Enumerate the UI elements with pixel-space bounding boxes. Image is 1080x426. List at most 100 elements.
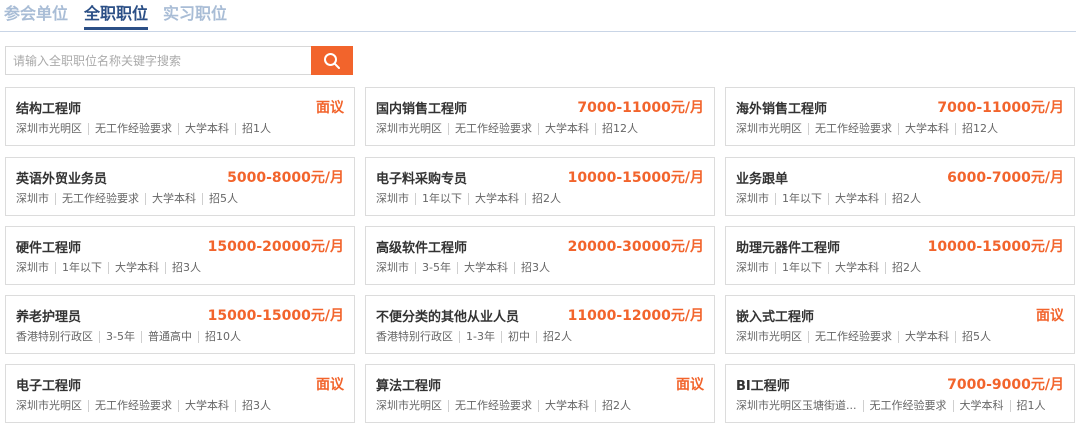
- job-tags: 深圳市光明区 无工作经验要求 大学本科 招12人: [376, 123, 644, 135]
- job-card[interactable]: 英语外贸业务员 5000-8000元/月 深圳市 无工作经验要求 大学本科 招5人: [5, 157, 355, 216]
- job-tag: 1-3年: [459, 331, 501, 343]
- job-card[interactable]: 硬件工程师 15000-20000元/月 深圳市 1年以下 大学本科 招3人: [5, 226, 355, 285]
- job-tag: 无工作经验要求: [448, 123, 538, 135]
- job-salary: 20000-30000元/月: [567, 239, 704, 255]
- job-tag: 大学本科: [178, 400, 235, 412]
- job-tag: 深圳市: [16, 261, 49, 274]
- job-tabs: 参会单位 全职职位 实习职位: [0, 0, 1076, 32]
- job-tag: 招5人: [202, 193, 244, 205]
- job-tag: 深圳市光明区: [16, 122, 82, 135]
- search-input[interactable]: [5, 46, 311, 75]
- job-tag: 招2人: [885, 193, 927, 205]
- job-tag: 招1人: [235, 123, 277, 135]
- job-tag: 3-5年: [99, 331, 141, 343]
- job-card[interactable]: 国内销售工程师 7000-11000元/月深圳市光明区 无工作经验要求 大学本科 招12…: [365, 87, 715, 146]
- job-tag: 无工作经验要求: [88, 123, 178, 135]
- job-tag: 普通高中: [140, 331, 198, 343]
- job-tag: 1年以下: [775, 193, 828, 205]
- job-tag: 招2人: [885, 262, 927, 274]
- job-salary: 面议: [316, 377, 344, 393]
- job-card[interactable]: 结构工程师 面议深圳市光明区 无工作经验要求 大学本科 招1人: [5, 87, 355, 146]
- job-title: 电子料采购专员: [376, 172, 468, 187]
- job-tag: 深圳市: [736, 261, 769, 274]
- job-tags: 深圳市光明区 无工作经验要求 大学本科 招1人: [16, 123, 277, 135]
- job-salary: 7000-11000元/月: [577, 100, 704, 116]
- job-tags: 深圳市光明区 无工作经验要求 大学本科 招12人: [736, 123, 1004, 135]
- job-tags: 香港特别行政区 1-3年 初中 招2人: [376, 331, 578, 343]
- search-icon: [324, 52, 340, 69]
- job-salary: 面议: [1036, 308, 1064, 324]
- job-tag: 初中: [500, 331, 536, 343]
- job-card[interactable]: 嵌入式工程师 面议深圳市光明区 无工作经验要求 大学本科 招5人: [725, 295, 1075, 354]
- tab-fulltime-jobs[interactable]: 全职职位: [84, 3, 149, 30]
- job-tags: 深圳市光明区 无工作经验要求 大学本科 招5人: [736, 331, 997, 343]
- job-card[interactable]: 高级软件工程师 20000-30000元/月 深圳市 3-5年 大学本科 招3人: [365, 226, 715, 285]
- job-title: BI工程师: [736, 379, 790, 394]
- job-tags: 深圳市 3-5年 大学本科 招3人: [376, 262, 556, 274]
- job-tag: 招2人: [595, 400, 637, 412]
- job-tag: 深圳市光明区: [376, 122, 442, 135]
- job-salary: 面议: [316, 100, 344, 116]
- job-tag: 深圳市光明区: [16, 399, 82, 412]
- job-tag: 招3人: [165, 262, 207, 274]
- job-tag: 招1人: [1009, 400, 1052, 412]
- job-title: 助理元器件工程师: [736, 241, 841, 256]
- job-tag: 深圳市光明区玉塘街道...: [736, 399, 857, 412]
- job-tag: 大学本科: [108, 262, 165, 274]
- job-salary: 6000-7000元/月: [947, 170, 1064, 186]
- job-card[interactable]: 助理元器件工程师 10000-15000元/月 深圳市 1年以下 大学本科 招2人: [725, 226, 1075, 285]
- job-card[interactable]: 电子工程师 面议 深圳市光明区 无工作经验要求 大学本科 招3人: [5, 364, 355, 423]
- job-tag: 深圳市光明区: [736, 330, 802, 343]
- job-tag: 大学本科: [456, 262, 514, 274]
- search-button[interactable]: [311, 46, 353, 75]
- tab-exhibitors[interactable]: 参会单位: [4, 3, 68, 30]
- tab-internships[interactable]: 实习职位: [163, 3, 227, 30]
- job-tags: 深圳市 无工作经验要求 大学本科 招5人: [16, 193, 244, 205]
- job-tag: 无工作经验要求: [88, 400, 178, 412]
- job-salary: 7000-9000元/月: [947, 377, 1064, 393]
- job-card[interactable]: 不便分类的其他从业人员 11000-12000元/月 香港特别行政区 1-3年 初中 招2…: [365, 295, 715, 354]
- job-title: 嵌入式工程师: [736, 310, 815, 325]
- job-tag: 3-5年: [415, 262, 457, 274]
- job-tag: 1年以下: [415, 193, 468, 205]
- job-tags: 深圳市光明区玉塘街道... 无工作经验要求 大学本科 招1人: [736, 400, 1052, 412]
- job-tag: 大学本科: [538, 123, 595, 135]
- job-card[interactable]: 海外销售工程师 7000-11000元/月深圳市光明区 无工作经验要求 大学本科 招12…: [725, 87, 1075, 146]
- job-title: 硬件工程师: [16, 241, 82, 256]
- job-tag: 深圳市: [16, 192, 49, 205]
- job-tag: 大学本科: [178, 123, 235, 135]
- job-tag: 1年以下: [55, 262, 108, 274]
- search-bar: [5, 46, 353, 75]
- job-card[interactable]: 养老护理员 15000-15000元/月香港特别行政区 3-5年 普通高中 招10人: [5, 295, 355, 354]
- job-tag: 招3人: [513, 262, 556, 274]
- job-tag: 大学本科: [828, 262, 885, 274]
- job-card[interactable]: BI工程师 7000-9000元/月深圳市光明区玉塘街道... 无工作经验要求 大学本…: [725, 364, 1075, 423]
- job-salary: 面议: [676, 377, 704, 393]
- job-card[interactable]: 业务跟单 6000-7000元/月 深圳市 1年以下 大学本科 招2人: [725, 157, 1075, 216]
- job-salary: 7000-11000元/月: [937, 100, 1064, 116]
- job-tag: 招10人: [197, 331, 247, 343]
- job-card[interactable]: 电子料采购专员 10000-15000元/月 深圳市 1年以下 大学本科 招2人: [365, 157, 715, 216]
- job-title: 高级软件工程师: [376, 241, 468, 256]
- job-title: 海外销售工程师: [736, 102, 828, 117]
- job-tag: 香港特别行政区: [376, 330, 453, 343]
- job-tag: 无工作经验要求: [55, 193, 145, 205]
- job-tag: 深圳市: [376, 192, 409, 205]
- job-title: 不便分类的其他从业人员: [376, 310, 520, 325]
- job-tag: 大学本科: [898, 331, 955, 343]
- job-title: 国内销售工程师: [376, 102, 468, 117]
- job-salary: 15000-15000元/月: [207, 308, 344, 324]
- job-tag: 无工作经验要求: [448, 400, 538, 412]
- job-tag: 深圳市光明区: [736, 122, 802, 135]
- job-title: 养老护理员: [16, 310, 82, 325]
- job-tags: 深圳市 1年以下 大学本科 招3人: [16, 262, 207, 274]
- job-salary: 10000-15000元/月: [927, 239, 1064, 255]
- job-tag: 大学本科: [538, 400, 595, 412]
- job-tag: 招12人: [955, 123, 1004, 135]
- job-card[interactable]: 算法工程师 面议 深圳市光明区 无工作经验要求 大学本科 招2人: [365, 364, 715, 423]
- job-tag: 香港特别行政区: [16, 330, 93, 343]
- job-tag: 深圳市光明区: [376, 399, 442, 412]
- job-tags: 深圳市 1年以下 大学本科 招2人: [376, 193, 567, 205]
- job-title: 结构工程师: [16, 102, 82, 117]
- job-title: 英语外贸业务员: [16, 172, 108, 187]
